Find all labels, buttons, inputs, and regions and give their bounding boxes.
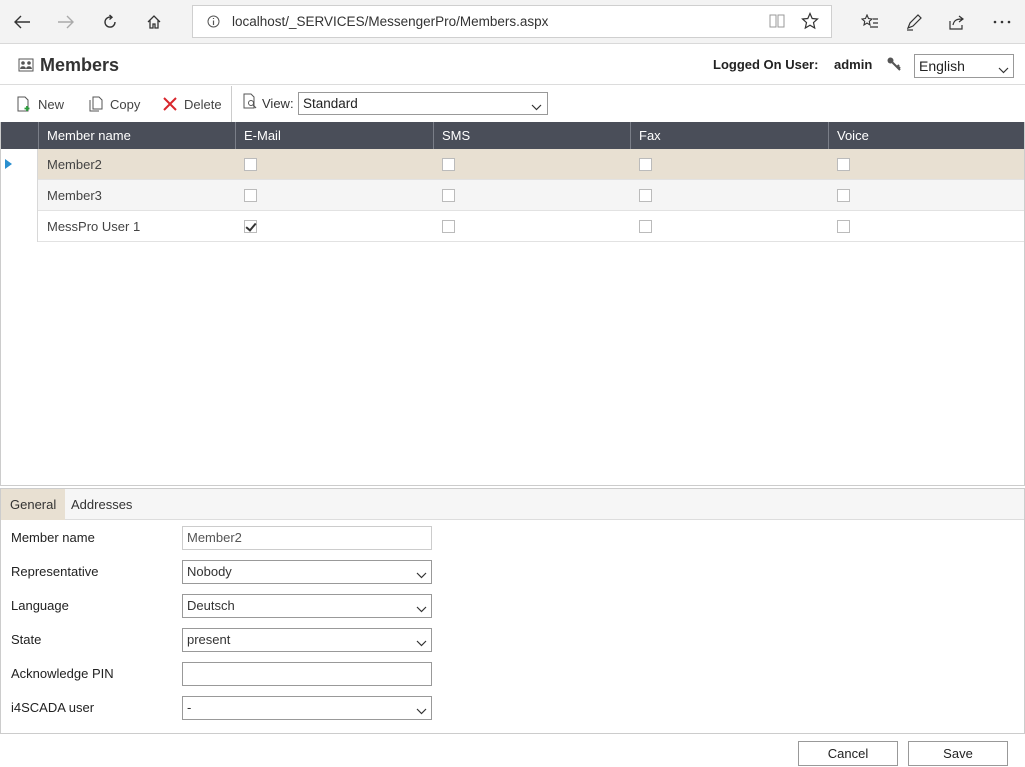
refresh-icon[interactable] bbox=[96, 8, 124, 36]
forward-icon[interactable] bbox=[52, 8, 80, 36]
detail-panel: General Addresses Member name Member2 Re… bbox=[0, 488, 1025, 734]
language-label: Language bbox=[11, 598, 69, 613]
column-header-member-name[interactable]: Member name bbox=[39, 122, 236, 149]
member-name-cell[interactable]: MessPro User 1 bbox=[39, 211, 140, 242]
row-indicator bbox=[1, 149, 38, 180]
favorites-list-icon[interactable] bbox=[856, 8, 884, 36]
chevron-down-icon bbox=[531, 99, 542, 114]
view-icon bbox=[242, 93, 258, 113]
email-checkbox[interactable] bbox=[244, 220, 257, 233]
representative-value: Nobody bbox=[187, 564, 232, 579]
row-indicator-header bbox=[1, 122, 39, 149]
state-label: State bbox=[11, 632, 42, 647]
home-icon[interactable] bbox=[140, 8, 168, 36]
members-icon bbox=[18, 58, 34, 75]
fax-checkbox[interactable] bbox=[639, 158, 652, 171]
copy-button[interactable]: Copy bbox=[88, 94, 140, 114]
address-bar[interactable]: localhost/_SERVICES/MessengerPro/Members… bbox=[192, 5, 832, 38]
table-row[interactable]: Member2 bbox=[1, 149, 1024, 180]
logged-on-user: admin bbox=[834, 57, 873, 72]
ack-pin-label: Acknowledge PIN bbox=[11, 666, 114, 681]
view-select-value: Standard bbox=[303, 96, 358, 111]
info-icon[interactable] bbox=[207, 15, 220, 31]
state-select[interactable]: present bbox=[182, 628, 432, 652]
delete-button[interactable]: Delete bbox=[162, 94, 222, 114]
toolbar-divider bbox=[231, 86, 232, 122]
email-checkbox[interactable] bbox=[244, 158, 257, 171]
member-name-cell[interactable]: Member3 bbox=[39, 180, 102, 211]
language-select-value: English bbox=[919, 58, 965, 74]
member-name-cell[interactable]: Member2 bbox=[39, 149, 102, 180]
representative-label: Representative bbox=[11, 564, 99, 579]
delete-label: Delete bbox=[184, 96, 222, 112]
row-indicator bbox=[1, 180, 38, 211]
row-indicator bbox=[1, 211, 38, 242]
column-header-sms[interactable]: SMS bbox=[434, 122, 631, 149]
language-select[interactable]: English bbox=[914, 54, 1014, 78]
table-row[interactable]: MessPro User 1 bbox=[1, 211, 1024, 242]
language-field-select[interactable]: Deutsch bbox=[182, 594, 432, 618]
toolbar: New Copy Delete View: Standard bbox=[0, 86, 1025, 122]
more-options-icon[interactable] bbox=[988, 8, 1016, 36]
copy-icon bbox=[89, 96, 103, 112]
column-header-voice[interactable]: Voice bbox=[829, 122, 1024, 149]
scada-user-value: - bbox=[187, 700, 192, 715]
pen-icon[interactable] bbox=[900, 8, 928, 36]
email-checkbox[interactable] bbox=[244, 189, 257, 202]
column-header-email[interactable]: E-Mail bbox=[236, 122, 434, 149]
sms-checkbox[interactable] bbox=[442, 189, 455, 202]
key-icon[interactable] bbox=[886, 56, 902, 75]
voice-checkbox[interactable] bbox=[837, 220, 850, 233]
ack-pin-field[interactable] bbox=[182, 662, 432, 686]
share-icon[interactable] bbox=[943, 8, 971, 36]
column-header-fax[interactable]: Fax bbox=[631, 122, 829, 149]
view-select[interactable]: Standard bbox=[298, 92, 548, 115]
detail-tabs: General Addresses bbox=[1, 489, 1024, 520]
chevron-down-icon bbox=[416, 703, 427, 718]
member-name-field[interactable]: Member2 bbox=[182, 526, 432, 550]
chevron-down-icon bbox=[416, 635, 427, 650]
sms-checkbox[interactable] bbox=[442, 220, 455, 233]
member-name-value: Member2 bbox=[187, 530, 242, 545]
new-label: New bbox=[38, 96, 65, 112]
fax-checkbox[interactable] bbox=[639, 189, 652, 202]
representative-select[interactable]: Nobody bbox=[182, 560, 432, 584]
url-text[interactable]: localhost/_SERVICES/MessengerPro/Members… bbox=[232, 14, 548, 29]
scada-user-select[interactable]: - bbox=[182, 696, 432, 720]
scada-user-label: i4SCADA user bbox=[11, 700, 95, 715]
view-label: View: bbox=[262, 96, 294, 111]
grid-header: Member name E-Mail SMS Fax Voice bbox=[1, 122, 1024, 149]
app-header: Members Logged On User: admin English bbox=[0, 45, 1025, 85]
sms-checkbox[interactable] bbox=[442, 158, 455, 171]
new-button[interactable]: New bbox=[16, 94, 64, 114]
voice-checkbox[interactable] bbox=[837, 189, 850, 202]
voice-checkbox[interactable] bbox=[837, 158, 850, 171]
browser-toolbar: localhost/_SERVICES/MessengerPro/Members… bbox=[0, 0, 1025, 44]
chevron-down-icon bbox=[998, 61, 1009, 77]
delete-x-icon bbox=[163, 97, 177, 111]
state-value: present bbox=[187, 632, 231, 647]
logged-on-label: Logged On User: bbox=[713, 57, 819, 72]
save-button[interactable]: Save bbox=[908, 741, 1008, 766]
copy-label: Copy bbox=[110, 96, 141, 112]
member-name-label: Member name bbox=[11, 530, 95, 545]
back-icon[interactable] bbox=[8, 8, 36, 36]
table-row[interactable]: Member3 bbox=[1, 180, 1024, 211]
current-row-arrow-icon bbox=[5, 159, 12, 169]
members-grid: Member name E-Mail SMS Fax Voice Member2… bbox=[0, 122, 1025, 486]
tab-addresses[interactable]: Addresses bbox=[62, 489, 141, 520]
chevron-down-icon bbox=[416, 567, 427, 582]
tab-general[interactable]: General bbox=[1, 489, 66, 520]
new-document-icon bbox=[17, 96, 30, 112]
page-title: Members bbox=[40, 55, 120, 75]
favorite-star-icon[interactable] bbox=[801, 12, 819, 33]
chevron-down-icon bbox=[416, 601, 427, 616]
reading-view-icon[interactable] bbox=[769, 14, 785, 31]
language-field-value: Deutsch bbox=[187, 598, 235, 613]
fax-checkbox[interactable] bbox=[639, 220, 652, 233]
cancel-button[interactable]: Cancel bbox=[798, 741, 898, 766]
